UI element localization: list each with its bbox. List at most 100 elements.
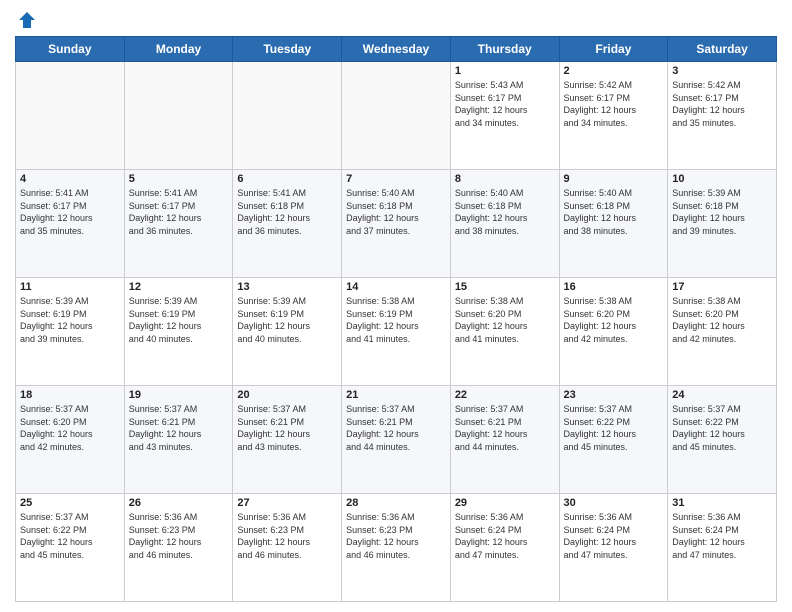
day-info: Sunrise: 5:41 AM Sunset: 6:18 PM Dayligh…: [237, 187, 337, 237]
day-info: Sunrise: 5:38 AM Sunset: 6:20 PM Dayligh…: [564, 295, 664, 345]
calendar-cell: [124, 62, 233, 170]
calendar-table: SundayMondayTuesdayWednesdayThursdayFrid…: [15, 36, 777, 602]
week-row-4: 25 Sunrise: 5:37 AM Sunset: 6:22 PM Dayli…: [16, 494, 777, 602]
day-number: 14: [346, 281, 446, 293]
day-info: Sunrise: 5:37 AM Sunset: 6:22 PM Dayligh…: [20, 511, 120, 561]
week-row-2: 11Sunrise: 5:39 AM Sunset: 6:19 PM Dayli…: [16, 278, 777, 386]
calendar-cell: 5Sunrise: 5:41 AM Sunset: 6:17 PM Daylig…: [124, 170, 233, 278]
calendar-cell: 25 Sunrise: 5:37 AM Sunset: 6:22 PM Dayli…: [16, 494, 125, 602]
calendar-cell: 26 Sunrise: 5:36 AM Sunset: 6:23 PM Dayli…: [124, 494, 233, 602]
weekday-header-friday: Friday: [559, 37, 668, 62]
weekday-header-saturday: Saturday: [668, 37, 777, 62]
day-number: 13: [237, 281, 337, 293]
calendar-cell: 14 Sunrise: 5:38 AM Sunset: 6:19 PM Dayli…: [342, 278, 451, 386]
day-number: 25: [20, 497, 120, 509]
day-number: 3: [672, 65, 772, 77]
calendar-cell: 13 Sunrise: 5:39 AM Sunset: 6:19 PM Dayli…: [233, 278, 342, 386]
day-info: Sunrise: 5:37 AM Sunset: 6:22 PM Dayligh…: [672, 403, 772, 453]
day-info: Sunrise: 5:42 AM Sunset: 6:17 PM Dayligh…: [564, 79, 664, 129]
day-number: 19: [129, 389, 229, 401]
day-number: 31: [672, 497, 772, 509]
day-info: Sunrise: 5:39 AM Sunset: 6:19 PM Dayligh…: [237, 295, 337, 345]
day-number: 28: [346, 497, 446, 509]
calendar-cell: 11Sunrise: 5:39 AM Sunset: 6:19 PM Dayli…: [16, 278, 125, 386]
day-number: 10: [672, 173, 772, 185]
calendar-cell: 6 Sunrise: 5:41 AM Sunset: 6:18 PM Daylig…: [233, 170, 342, 278]
day-info: Sunrise: 5:42 AM Sunset: 6:17 PM Dayligh…: [672, 79, 772, 129]
calendar-cell: 20 Sunrise: 5:37 AM Sunset: 6:21 PM Dayli…: [233, 386, 342, 494]
calendar-cell: 15 Sunrise: 5:38 AM Sunset: 6:20 PM Dayli…: [450, 278, 559, 386]
page: SundayMondayTuesdayWednesdayThursdayFrid…: [0, 0, 792, 612]
day-number: 27: [237, 497, 337, 509]
day-number: 21: [346, 389, 446, 401]
calendar-cell: 3 Sunrise: 5:42 AM Sunset: 6:17 PM Daylig…: [668, 62, 777, 170]
day-number: 18: [20, 389, 120, 401]
weekday-header-tuesday: Tuesday: [233, 37, 342, 62]
calendar-cell: [233, 62, 342, 170]
calendar-cell: 30Sunrise: 5:36 AM Sunset: 6:24 PM Dayli…: [559, 494, 668, 602]
day-info: Sunrise: 5:43 AM Sunset: 6:17 PM Dayligh…: [455, 79, 555, 129]
calendar-cell: 23 Sunrise: 5:37 AM Sunset: 6:22 PM Dayli…: [559, 386, 668, 494]
day-number: 24: [672, 389, 772, 401]
day-info: Sunrise: 5:39 AM Sunset: 6:19 PM Dayligh…: [20, 295, 120, 345]
calendar-cell: [342, 62, 451, 170]
weekday-header-thursday: Thursday: [450, 37, 559, 62]
calendar-cell: 7Sunrise: 5:40 AM Sunset: 6:18 PM Daylig…: [342, 170, 451, 278]
day-number: 16: [564, 281, 664, 293]
day-info: Sunrise: 5:36 AM Sunset: 6:24 PM Dayligh…: [455, 511, 555, 561]
day-number: 7: [346, 173, 446, 185]
day-number: 1: [455, 65, 555, 77]
weekday-header-row: SundayMondayTuesdayWednesdayThursdayFrid…: [16, 37, 777, 62]
calendar-cell: 8 Sunrise: 5:40 AM Sunset: 6:18 PM Daylig…: [450, 170, 559, 278]
week-row-1: 4Sunrise: 5:41 AM Sunset: 6:17 PM Daylig…: [16, 170, 777, 278]
calendar-cell: 27 Sunrise: 5:36 AM Sunset: 6:23 PM Dayli…: [233, 494, 342, 602]
day-info: Sunrise: 5:36 AM Sunset: 6:23 PM Dayligh…: [129, 511, 229, 561]
day-info: Sunrise: 5:40 AM Sunset: 6:18 PM Dayligh…: [564, 187, 664, 237]
day-number: 22: [455, 389, 555, 401]
calendar-cell: 9Sunrise: 5:40 AM Sunset: 6:18 PM Daylig…: [559, 170, 668, 278]
day-info: Sunrise: 5:39 AM Sunset: 6:19 PM Dayligh…: [129, 295, 229, 345]
day-info: Sunrise: 5:38 AM Sunset: 6:20 PM Dayligh…: [455, 295, 555, 345]
calendar-cell: 19 Sunrise: 5:37 AM Sunset: 6:21 PM Dayli…: [124, 386, 233, 494]
day-info: Sunrise: 5:37 AM Sunset: 6:21 PM Dayligh…: [455, 403, 555, 453]
day-number: 12: [129, 281, 229, 293]
calendar-cell: 1 Sunrise: 5:43 AM Sunset: 6:17 PM Daylig…: [450, 62, 559, 170]
day-number: 26: [129, 497, 229, 509]
calendar-cell: 22 Sunrise: 5:37 AM Sunset: 6:21 PM Dayli…: [450, 386, 559, 494]
calendar-cell: 21 Sunrise: 5:37 AM Sunset: 6:21 PM Dayli…: [342, 386, 451, 494]
day-info: Sunrise: 5:36 AM Sunset: 6:24 PM Dayligh…: [564, 511, 664, 561]
day-info: Sunrise: 5:37 AM Sunset: 6:20 PM Dayligh…: [20, 403, 120, 453]
logo: [15, 10, 37, 30]
header: [15, 10, 777, 30]
day-info: Sunrise: 5:40 AM Sunset: 6:18 PM Dayligh…: [455, 187, 555, 237]
day-info: Sunrise: 5:37 AM Sunset: 6:22 PM Dayligh…: [564, 403, 664, 453]
day-number: 20: [237, 389, 337, 401]
calendar-cell: 28 Sunrise: 5:36 AM Sunset: 6:23 PM Dayli…: [342, 494, 451, 602]
calendar-cell: 10 Sunrise: 5:39 AM Sunset: 6:18 PM Dayli…: [668, 170, 777, 278]
day-info: Sunrise: 5:37 AM Sunset: 6:21 PM Dayligh…: [346, 403, 446, 453]
day-info: Sunrise: 5:36 AM Sunset: 6:24 PM Dayligh…: [672, 511, 772, 561]
calendar-cell: 12 Sunrise: 5:39 AM Sunset: 6:19 PM Dayli…: [124, 278, 233, 386]
week-row-0: 1 Sunrise: 5:43 AM Sunset: 6:17 PM Daylig…: [16, 62, 777, 170]
day-number: 23: [564, 389, 664, 401]
day-info: Sunrise: 5:38 AM Sunset: 6:19 PM Dayligh…: [346, 295, 446, 345]
weekday-header-wednesday: Wednesday: [342, 37, 451, 62]
day-info: Sunrise: 5:38 AM Sunset: 6:20 PM Dayligh…: [672, 295, 772, 345]
calendar-cell: 16 Sunrise: 5:38 AM Sunset: 6:20 PM Dayli…: [559, 278, 668, 386]
day-info: Sunrise: 5:37 AM Sunset: 6:21 PM Dayligh…: [129, 403, 229, 453]
day-number: 29: [455, 497, 555, 509]
calendar-cell: 24 Sunrise: 5:37 AM Sunset: 6:22 PM Dayli…: [668, 386, 777, 494]
day-info: Sunrise: 5:36 AM Sunset: 6:23 PM Dayligh…: [237, 511, 337, 561]
day-number: 6: [237, 173, 337, 185]
day-number: 8: [455, 173, 555, 185]
calendar-cell: 31 Sunrise: 5:36 AM Sunset: 6:24 PM Dayli…: [668, 494, 777, 602]
day-info: Sunrise: 5:39 AM Sunset: 6:18 PM Dayligh…: [672, 187, 772, 237]
day-number: 5: [129, 173, 229, 185]
day-info: Sunrise: 5:41 AM Sunset: 6:17 PM Dayligh…: [20, 187, 120, 237]
day-number: 2: [564, 65, 664, 77]
day-number: 17: [672, 281, 772, 293]
day-info: Sunrise: 5:36 AM Sunset: 6:23 PM Dayligh…: [346, 511, 446, 561]
day-info: Sunrise: 5:37 AM Sunset: 6:21 PM Dayligh…: [237, 403, 337, 453]
calendar-cell: [16, 62, 125, 170]
day-number: 15: [455, 281, 555, 293]
